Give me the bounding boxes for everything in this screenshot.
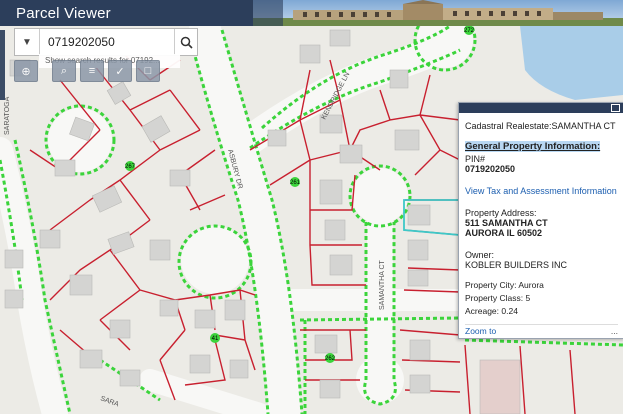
parcel-number: 267 bbox=[125, 164, 136, 170]
search-icon bbox=[180, 36, 193, 49]
zoom-tool[interactable]: ⌕ bbox=[52, 60, 76, 82]
zoom-icon: ⌕ bbox=[60, 64, 68, 77]
print-icon: □ bbox=[144, 65, 152, 77]
address-line-2: AURORA IL 60502 bbox=[465, 228, 543, 238]
locate-tool[interactable]: ⊕ bbox=[14, 60, 38, 82]
locate-icon: ⊕ bbox=[21, 65, 31, 78]
search-input[interactable]: 0719202050 bbox=[40, 35, 174, 49]
pin-label: PIN# bbox=[465, 154, 486, 164]
layers-tool[interactable]: ≡ bbox=[80, 60, 104, 82]
app-header: Parcel Viewer bbox=[0, 0, 623, 26]
layers-icon: ≡ bbox=[88, 65, 96, 77]
parcel-number: 262 bbox=[325, 356, 336, 362]
sidebar-toggle[interactable] bbox=[0, 30, 5, 100]
info-popup: Cadastral Realestate:SAMANTHA CT General… bbox=[458, 102, 623, 339]
popup-header bbox=[459, 103, 623, 113]
street-label-saratoga: SARATOGA bbox=[4, 96, 11, 135]
zoom-to-link[interactable]: Zoom to bbox=[465, 326, 496, 336]
search-bar: ▼ 0719202050 bbox=[14, 28, 198, 56]
tax-link[interactable]: View Tax and Assessment Information bbox=[465, 186, 618, 196]
owner-label: Owner: bbox=[465, 250, 495, 260]
property-city: Property City: Aurora bbox=[465, 280, 544, 290]
map-toolbar: ⊕ ⌕ ≡ ✓ □ bbox=[14, 60, 160, 82]
popup-footer: Zoom to ... bbox=[465, 324, 618, 336]
street-label-samantha: SAMANTHA CT bbox=[379, 259, 386, 310]
measure-icon: ✓ bbox=[115, 65, 125, 78]
maximize-icon[interactable] bbox=[611, 104, 620, 112]
parcel-number: 272 bbox=[464, 28, 475, 34]
pin-value: 0719202050 bbox=[465, 164, 516, 174]
owner-value: KOBLER BUILDERS INC bbox=[465, 260, 568, 270]
search-source-dropdown[interactable]: ▼ bbox=[15, 29, 40, 55]
section-heading: General Property Information: bbox=[465, 141, 601, 152]
banner-image bbox=[253, 0, 623, 26]
caret-down-icon: ▼ bbox=[22, 36, 32, 48]
popup-body: Cadastral Realestate:SAMANTHA CT General… bbox=[459, 113, 623, 321]
measure-tool[interactable]: ✓ bbox=[108, 60, 132, 82]
print-tool[interactable]: □ bbox=[136, 60, 160, 82]
address-line-1: 511 SAMANTHA CT bbox=[465, 218, 548, 228]
address-label: Property Address: bbox=[465, 208, 537, 218]
search-button[interactable] bbox=[174, 29, 197, 55]
app-title: Parcel Viewer bbox=[16, 4, 111, 22]
property-class: Property Class: 5 bbox=[465, 293, 531, 303]
acreage: Acreage: 0.24 bbox=[465, 306, 518, 316]
parcel-number: 41 bbox=[212, 336, 219, 342]
more-options-icon[interactable]: ... bbox=[611, 326, 618, 336]
popup-title: Cadastral Realestate:SAMANTHA CT bbox=[465, 121, 616, 131]
parcel-number: 261 bbox=[290, 180, 301, 186]
